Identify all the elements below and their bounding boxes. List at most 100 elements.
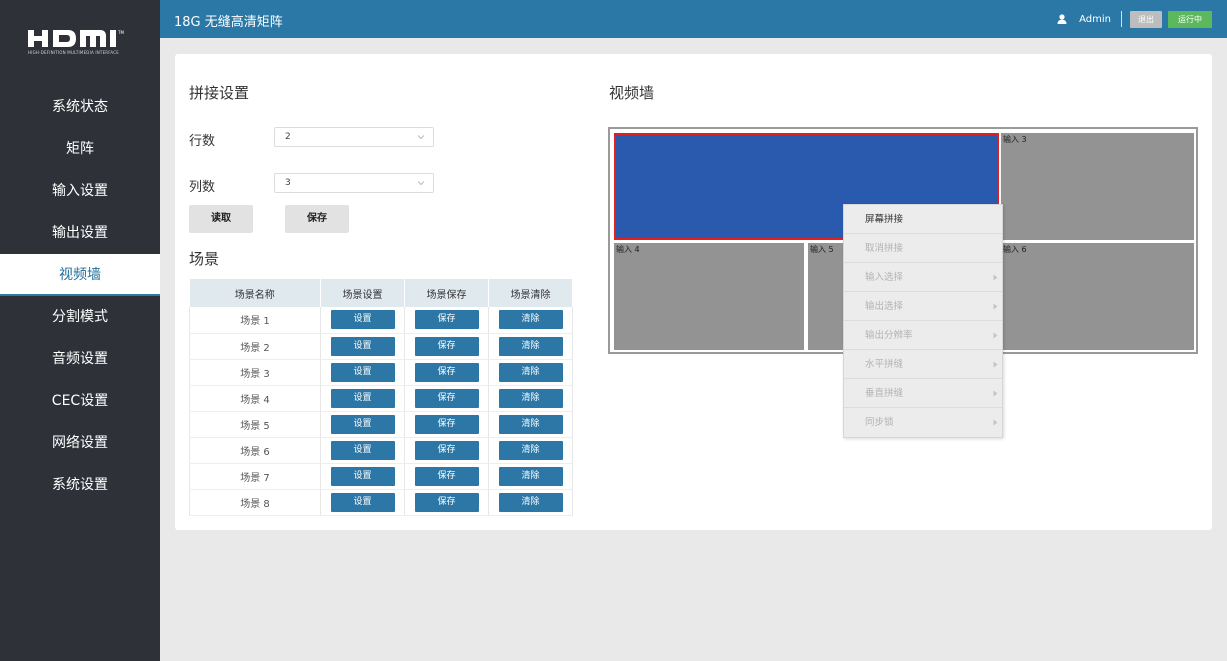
scene-clear-button[interactable]: 清除: [498, 310, 563, 330]
chevron-right-icon: [993, 390, 998, 397]
chevron-right-icon: [993, 274, 998, 281]
wall-cell-input-3[interactable]: 输入 3: [1001, 133, 1194, 240]
scene-clear-cell: 清除: [488, 411, 573, 438]
scene-save-button[interactable]: 保存: [414, 362, 479, 382]
scene-clear-button[interactable]: 清除: [498, 362, 563, 382]
table-row: 场景 4 设置 保存 清除: [189, 385, 573, 412]
context-menu-item[interactable]: 水平拼缝: [844, 350, 1002, 379]
svg-text:TM: TM: [117, 30, 124, 35]
context-menu-item[interactable]: 屏幕拼接: [844, 205, 1002, 234]
column-header-scene-save: 场景保存: [404, 279, 489, 307]
context-menu-item-label: 同步锁: [865, 417, 894, 428]
context-menu-item[interactable]: 输出选择: [844, 292, 1002, 321]
context-menu-item-label: 输出选择: [865, 301, 904, 312]
wall-cell-label: 输入 6: [1003, 245, 1027, 254]
scene-set-cell: 设置: [320, 385, 405, 412]
scene-clear-button[interactable]: 清除: [498, 466, 563, 486]
scene-set-button[interactable]: 设置: [330, 492, 395, 512]
scene-clear-button[interactable]: 清除: [498, 492, 563, 512]
scene-clear-cell: 清除: [488, 385, 573, 412]
scene-table: 场景名称 场景设置 场景保存 场景清除 场景 1 设置 保存 清除 场景 2 设置 保存 清除…: [189, 279, 573, 516]
sidebar: TM HIGH-DEFINITION MULTIMEDIA INTERFACE …: [0, 0, 160, 661]
rows-select[interactable]: 2: [274, 127, 434, 147]
scene-name-cell: 场景 7: [189, 463, 321, 490]
splice-settings-title: 拼接设置: [189, 84, 250, 102]
scene-save-cell: 保存: [404, 359, 489, 386]
scene-clear-cell: 清除: [488, 359, 573, 386]
scene-set-button[interactable]: 设置: [330, 336, 395, 356]
scene-clear-button[interactable]: 清除: [498, 414, 563, 434]
chevron-down-icon: [417, 181, 425, 186]
sidebar-item-network-settings[interactable]: 网络设置: [0, 422, 160, 464]
scene-set-button[interactable]: 设置: [330, 388, 395, 408]
context-menu: 屏幕拼接取消拼接输入选择输出选择输出分辨率 水平拼缝 垂直拼缝同步锁: [843, 204, 1003, 438]
splice-save-button[interactable]: 保存: [285, 205, 349, 233]
sidebar-item-system-settings[interactable]: 系统设置: [0, 464, 160, 506]
wall-cell-input-6[interactable]: 输入 6: [1001, 243, 1194, 350]
scene-set-cell: 设置: [320, 437, 405, 464]
scene-save-button[interactable]: 保存: [414, 492, 479, 512]
sidebar-item-output-settings[interactable]: 输出设置: [0, 212, 160, 254]
table-row: 场景 2 设置 保存 清除: [189, 333, 573, 360]
scene-clear-cell: 清除: [488, 307, 573, 334]
wall-cell-input-4[interactable]: 输入 4: [614, 243, 804, 350]
scene-save-button[interactable]: 保存: [414, 336, 479, 356]
scene-title: 场景: [189, 250, 220, 268]
chevron-right-icon: [993, 303, 998, 310]
scene-save-cell: 保存: [404, 385, 489, 412]
scene-set-cell: 设置: [320, 489, 405, 516]
scene-set-cell: 设置: [320, 307, 405, 334]
scene-save-cell: 保存: [404, 411, 489, 438]
scene-set-cell: 设置: [320, 463, 405, 490]
scene-name-cell: 场景 3: [189, 359, 321, 386]
read-button[interactable]: 读取: [189, 205, 253, 233]
logout-button[interactable]: 退出: [1130, 10, 1162, 28]
sidebar-item-system-status[interactable]: 系统状态: [0, 86, 160, 128]
sidebar-item-split-mode[interactable]: 分割模式: [0, 296, 160, 338]
context-menu-item[interactable]: 输出分辨率: [844, 321, 1002, 350]
context-menu-item-label: 屏幕拼接: [865, 214, 904, 225]
scene-save-button[interactable]: 保存: [414, 310, 479, 330]
sidebar-item-video-wall[interactable]: 视频墙: [0, 254, 160, 296]
scene-set-button[interactable]: 设置: [330, 414, 395, 434]
running-status-button[interactable]: 运行中: [1168, 10, 1212, 28]
scene-set-button[interactable]: 设置: [330, 466, 395, 486]
context-menu-item[interactable]: 输入选择: [844, 263, 1002, 292]
scene-clear-button[interactable]: 清除: [498, 336, 563, 356]
user-area: Admin 退出 运行中: [1057, 0, 1227, 38]
scene-name-cell: 场景 2: [189, 333, 321, 360]
scene-clear-cell: 清除: [488, 437, 573, 464]
wall-cell-label: 输入 5: [810, 245, 834, 254]
context-menu-item[interactable]: 取消拼接: [844, 234, 1002, 263]
wall-cell-label: 输入 4: [616, 245, 640, 254]
scene-save-button[interactable]: 保存: [414, 388, 479, 408]
scene-set-cell: 设置: [320, 359, 405, 386]
scene-save-button[interactable]: 保存: [414, 440, 479, 460]
scene-set-cell: 设置: [320, 411, 405, 438]
scene-set-button[interactable]: 设置: [330, 362, 395, 382]
column-header-scene-set: 场景设置: [320, 279, 405, 307]
context-menu-item-label: 输入选择: [865, 272, 904, 283]
scene-clear-button[interactable]: 清除: [498, 440, 563, 460]
context-menu-item[interactable]: 垂直拼缝: [844, 379, 1002, 408]
scene-save-button[interactable]: 保存: [414, 466, 479, 486]
scene-name-cell: 场景 1: [189, 307, 321, 334]
sidebar-item-input-settings[interactable]: 输入设置: [0, 170, 160, 212]
context-menu-item[interactable]: 同步锁: [844, 408, 1002, 437]
scene-save-cell: 保存: [404, 333, 489, 360]
sidebar-item-audio-settings[interactable]: 音频设置: [0, 338, 160, 380]
scene-clear-cell: 清除: [488, 463, 573, 490]
scene-set-cell: 设置: [320, 333, 405, 360]
scene-set-button[interactable]: 设置: [330, 310, 395, 330]
chevron-right-icon: [993, 332, 998, 339]
chevron-down-icon: [417, 135, 425, 140]
cols-select[interactable]: 3: [274, 173, 434, 193]
sidebar-item-cec-settings[interactable]: CEC设置: [0, 380, 160, 422]
column-header-scene-clear: 场景清除: [488, 279, 573, 307]
scene-clear-button[interactable]: 清除: [498, 388, 563, 408]
scene-set-button[interactable]: 设置: [330, 440, 395, 460]
video-wall-title: 视频墙: [609, 84, 655, 102]
scene-clear-cell: 清除: [488, 489, 573, 516]
scene-save-button[interactable]: 保存: [414, 414, 479, 434]
sidebar-item-matrix[interactable]: 矩阵: [0, 128, 160, 170]
